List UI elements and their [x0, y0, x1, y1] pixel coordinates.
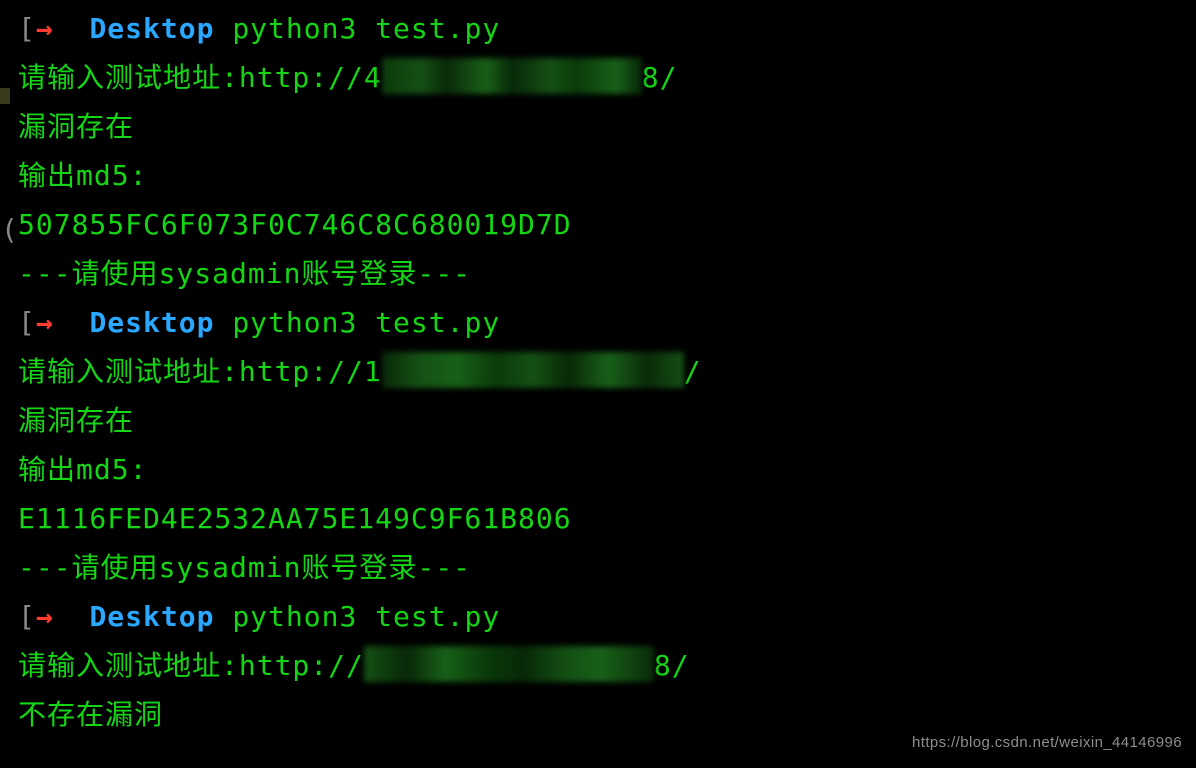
input-prompt-label: 请输入测试地址:: [18, 355, 239, 388]
prompt-cwd: Desktop: [89, 600, 214, 633]
vuln-status: 漏洞存在: [18, 396, 1196, 445]
arrow-icon: →: [36, 306, 54, 339]
input-address-line: 请输入测试地址:http:// 8/: [18, 641, 1196, 690]
url-prefix: http://: [239, 649, 364, 682]
prompt-cwd: Desktop: [89, 12, 214, 45]
prompt-line: [→ Desktop python3 test.py: [18, 592, 1196, 641]
redacted-ip-icon: [382, 352, 684, 388]
arrow-icon: →: [36, 600, 54, 633]
login-hint: ---请使用sysadmin账号登录---: [18, 543, 1196, 592]
prompt-line: [→ Desktop python3 test.py: [18, 298, 1196, 347]
input-prompt-label: 请输入测试地址:: [18, 649, 239, 682]
prompt-bracket-icon: [: [18, 12, 36, 45]
watermark-text: https://blog.csdn.net/weixin_44146996: [912, 730, 1182, 756]
redacted-ip-icon: [382, 58, 642, 94]
prompt-bracket-icon: [: [18, 306, 36, 339]
input-address-line: 请输入测试地址:http://1 /: [18, 347, 1196, 396]
url-suffix: 8/: [642, 61, 678, 94]
redacted-ip-icon: [364, 646, 654, 682]
vuln-status: 漏洞存在: [18, 102, 1196, 151]
md5-value: 507855FC6F073F0C746C8C680019D7D: [18, 200, 1196, 249]
url-prefix: http://4: [239, 61, 382, 94]
url-prefix: http://1: [239, 355, 382, 388]
gutter-paren-icon: (: [1, 205, 18, 254]
arrow-icon: →: [36, 12, 54, 45]
prompt-line: [→ Desktop python3 test.py: [18, 4, 1196, 53]
url-suffix: 8/: [654, 649, 690, 682]
terminal-output[interactable]: [→ Desktop python3 test.py 请输入测试地址:http:…: [18, 4, 1196, 739]
md5-label: 输出md5:: [18, 151, 1196, 200]
login-hint: ---请使用sysadmin账号登录---: [18, 249, 1196, 298]
md5-value: E1116FED4E2532AA75E149C9F61B806: [18, 494, 1196, 543]
url-suffix: /: [684, 355, 702, 388]
prompt-cwd: Desktop: [89, 306, 214, 339]
command-text: python3 test.py: [232, 600, 500, 633]
prompt-bracket-icon: [: [18, 600, 36, 633]
terminal-left-gutter: (: [0, 0, 14, 768]
input-address-line: 请输入测试地址:http://4 8/: [18, 53, 1196, 102]
command-text: python3 test.py: [232, 12, 500, 45]
input-prompt-label: 请输入测试地址:: [18, 61, 239, 94]
command-text: python3 test.py: [232, 306, 500, 339]
md5-label: 输出md5:: [18, 445, 1196, 494]
gutter-marker: [0, 88, 10, 104]
